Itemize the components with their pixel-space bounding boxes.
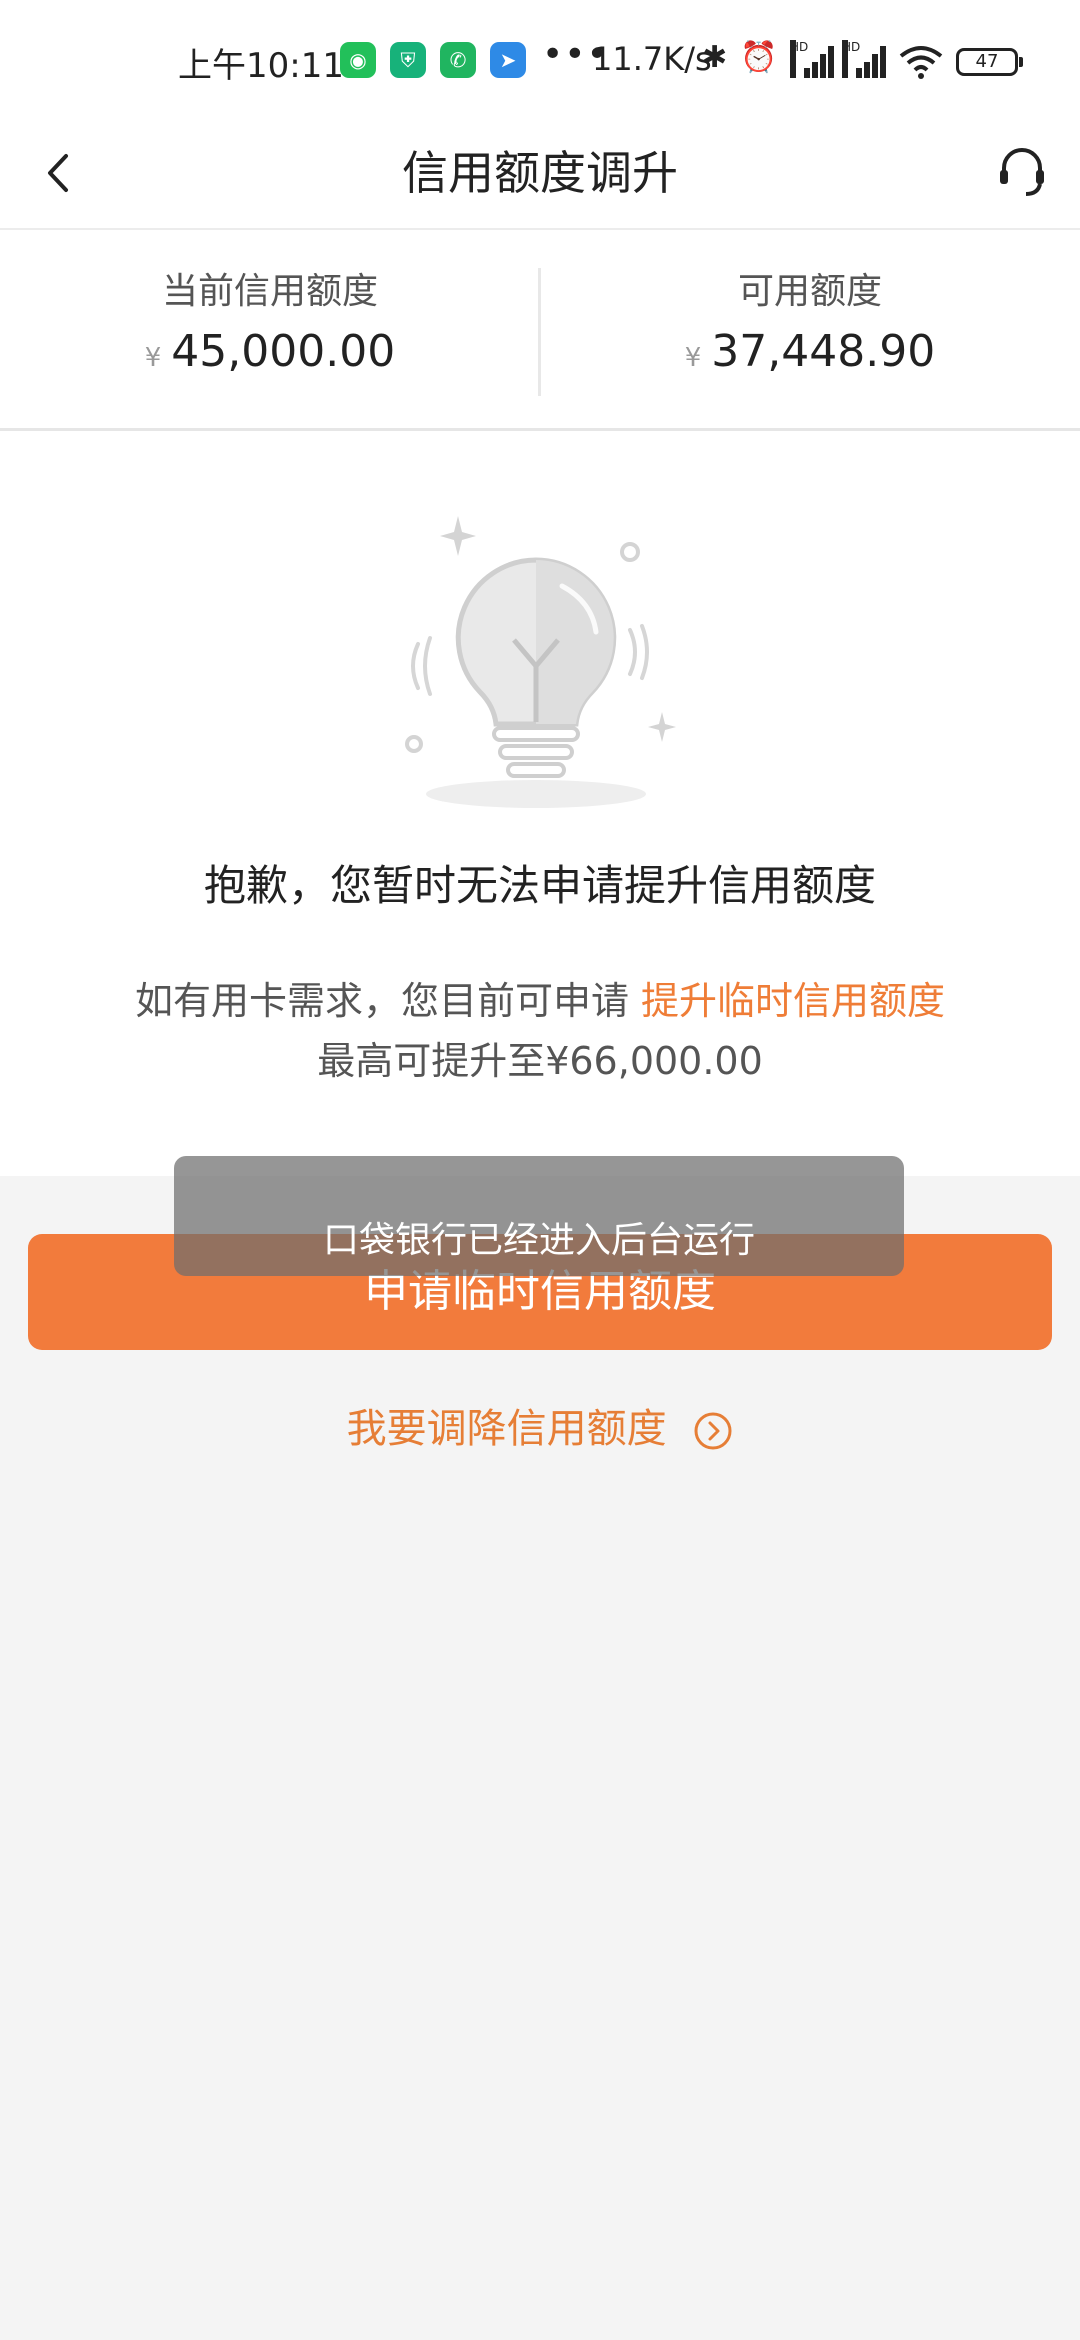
page-title: 信用额度调升 (402, 146, 678, 200)
alarm-icon: ⏰ (740, 40, 778, 75)
lightbulb-illustration-icon (405, 516, 676, 808)
reduce-limit-link[interactable]: 我要调降信用额度 (0, 1396, 1080, 1454)
available-limit-value-row: ¥37,448.90 (540, 326, 1080, 377)
shield-app-icon: ⛨ (390, 42, 426, 78)
available-limit-value: 37,448.90 (711, 326, 936, 377)
column-divider (538, 268, 541, 396)
wechat-icon: ◉ (340, 42, 376, 78)
wifi-icon (899, 46, 943, 79)
bluetooth-icon: ✱ (702, 40, 728, 75)
unavailable-message: 抱歉，您暂时无法申请提升信用额度 (203, 861, 876, 910)
signal-icon-sim2: HD (842, 40, 886, 78)
nav-header: 信用额度调升 (0, 120, 1080, 230)
max-limit-text: 最高可提升至¥66,000.00 (317, 1039, 763, 1083)
current-limit-value-row: ¥45,000.00 (0, 326, 540, 377)
hint-text: 如有用卡需求，您目前可申请 (134, 979, 629, 1023)
reduce-limit-label: 我要调降信用额度 (346, 1406, 667, 1452)
current-limit-block: 当前信用额度 ¥45,000.00 (0, 230, 540, 428)
battery-level: 47 (975, 51, 999, 72)
chevron-right-circle-icon (694, 1412, 732, 1450)
available-limit-label: 可用额度 (737, 271, 882, 312)
battery-icon: 47 (956, 48, 1023, 76)
network-speed: 11.7K/s (592, 40, 712, 78)
available-limit-block: 可用额度 ¥37,448.90 (540, 230, 1080, 428)
back-arrow-icon[interactable] (30, 138, 90, 208)
background-toast: 口袋银行已经进入后台运行 (174, 1156, 904, 1276)
signal-icon-sim1: HD (790, 40, 834, 78)
phone-app-icon: ✆ (440, 42, 476, 78)
status-bar: 上午10:11 ◉ ⛨ ✆ ➤ ••• 11.7K/s ✱ ⏰ HD HD 47 (0, 0, 1080, 120)
status-time: 上午10:11 (178, 46, 344, 86)
customer-service-icon[interactable] (990, 140, 1054, 204)
currency-symbol: ¥ (144, 343, 162, 373)
messenger-app-icon: ➤ (490, 42, 526, 78)
current-limit-label: 当前信用额度 (161, 271, 378, 312)
currency-symbol: ¥ (684, 343, 702, 373)
current-limit-value: 45,000.00 (171, 326, 396, 377)
temporary-limit-hint: 如有用卡需求，您目前可申请 提升临时信用额度 (0, 970, 1080, 1025)
temporary-limit-link[interactable]: 提升临时信用额度 (641, 979, 945, 1023)
